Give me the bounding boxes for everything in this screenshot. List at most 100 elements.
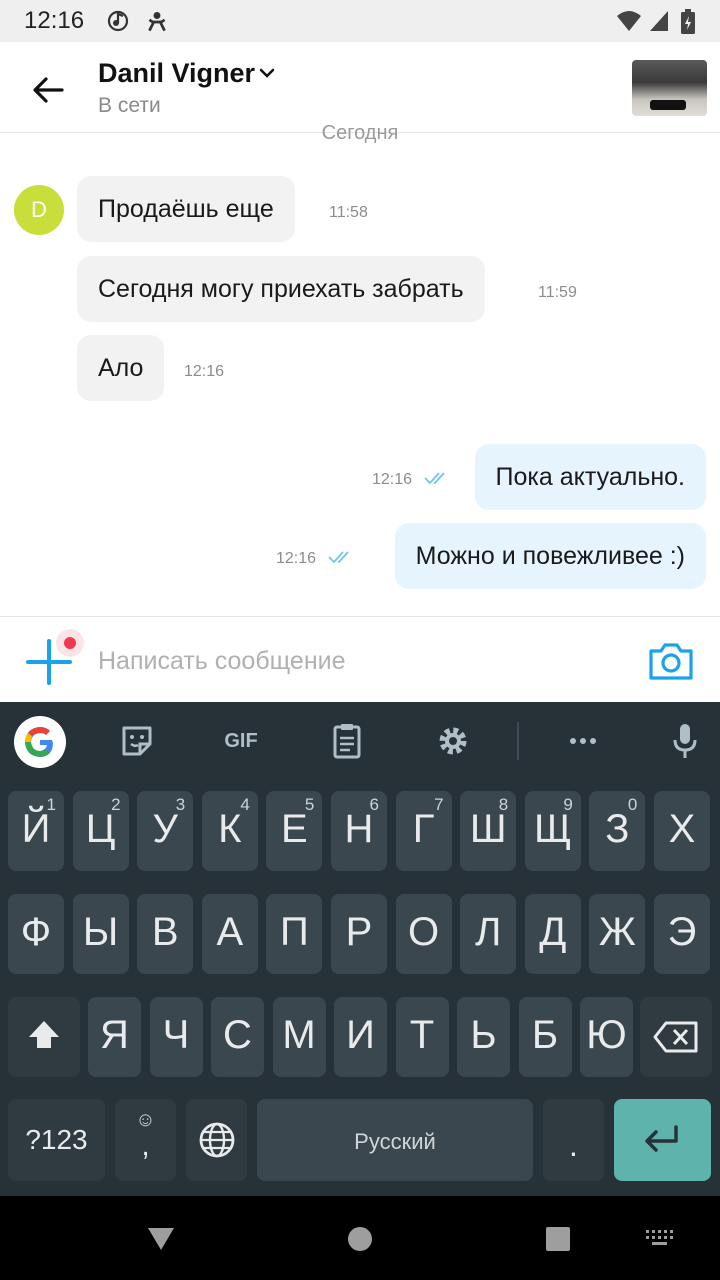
key-label: Д — [539, 910, 567, 954]
message-time: 11:59 — [538, 284, 577, 301]
back-arrow-icon[interactable] — [28, 70, 68, 110]
letter-key[interactable]: К4 — [201, 791, 258, 871]
letter-key[interactable]: У3 — [137, 791, 194, 871]
letter-key[interactable]: Э — [654, 894, 710, 974]
key-number-hint: 8 — [498, 795, 509, 814]
key-number-hint: 2 — [111, 795, 121, 814]
letter-key[interactable]: Ю — [580, 997, 633, 1077]
letter-key[interactable]: Н6 — [331, 791, 387, 871]
key-number-hint: 9 — [563, 795, 573, 814]
shift-icon — [29, 1021, 59, 1048]
clipboard-icon[interactable] — [324, 718, 370, 764]
notification-dot-inner — [64, 637, 76, 649]
outgoing-message[interactable]: Можно и повежливее :) — [394, 523, 706, 589]
letter-key[interactable]: Х — [654, 791, 710, 871]
letter-key[interactable]: Щ9 — [524, 791, 581, 871]
key-label: А — [216, 910, 244, 954]
double-check-icon — [328, 551, 349, 564]
letter-key[interactable]: Л — [460, 894, 517, 974]
letter-key[interactable]: Р — [331, 894, 387, 974]
letter-key[interactable]: Й1 — [8, 791, 64, 871]
letter-key[interactable]: З0 — [589, 791, 646, 871]
key-label: Т — [409, 1013, 435, 1057]
letter-key[interactable]: В — [137, 894, 194, 974]
letter-key[interactable]: А — [201, 894, 258, 974]
shift-key[interactable] — [8, 997, 80, 1077]
key-label: Ю — [586, 1013, 627, 1057]
message-time: 11:58 — [329, 204, 368, 221]
key-label: И — [346, 1013, 375, 1057]
letter-key[interactable]: И — [334, 997, 387, 1077]
settings-gear-icon[interactable] — [430, 718, 476, 764]
enter-key[interactable] — [614, 1099, 711, 1181]
home-nav-icon[interactable] — [347, 1226, 373, 1252]
letter-key[interactable]: Ц2 — [72, 791, 129, 871]
emoji-comma-key[interactable]: ☺ , — [115, 1099, 176, 1181]
letter-key[interactable]: Ь — [457, 997, 510, 1077]
gif-button[interactable]: GIF — [218, 718, 264, 764]
letter-key[interactable]: М — [272, 997, 326, 1077]
status-bar: 12:16 — [0, 0, 720, 42]
letter-key[interactable]: С — [211, 997, 264, 1077]
key-label: Я — [100, 1013, 129, 1057]
key-label: Л — [475, 910, 502, 954]
key-label: Ч — [162, 1013, 190, 1057]
key-label: В — [151, 910, 179, 954]
battery-icon — [681, 9, 695, 34]
key-label: Ь — [470, 1013, 497, 1057]
message-composer — [0, 616, 720, 703]
outgoing-message[interactable]: Пока актуально. — [474, 444, 706, 510]
key-label: Ы — [82, 910, 119, 954]
key-number-hint: 3 — [175, 795, 186, 814]
wifi-icon — [617, 11, 641, 31]
double-check-icon — [424, 472, 445, 485]
keyboard-toolbar: GIF — [0, 702, 720, 780]
sticker-icon[interactable] — [114, 718, 160, 764]
chevron-down-icon[interactable] — [258, 66, 276, 80]
key-label: Б — [531, 1013, 559, 1057]
message-input[interactable] — [98, 639, 618, 683]
letter-key[interactable]: Ч — [149, 997, 203, 1077]
music-sync-icon — [107, 10, 129, 32]
letter-key[interactable]: Ж — [589, 894, 646, 974]
key-number-hint: 7 — [434, 795, 444, 814]
key-label: М — [282, 1013, 316, 1057]
period-key[interactable]: . — [543, 1099, 604, 1181]
google-icon[interactable] — [14, 716, 66, 768]
incoming-message[interactable]: Ало — [77, 335, 165, 401]
contact-photo[interactable] — [632, 60, 707, 116]
letter-key[interactable]: О — [395, 894, 452, 974]
incoming-message[interactable]: Сегодня могу приехать забрать — [77, 256, 485, 322]
letter-key[interactable]: Д — [524, 894, 581, 974]
letter-key[interactable]: Е5 — [266, 791, 323, 871]
incoming-message[interactable]: Продаёшь еще — [77, 176, 295, 242]
recents-nav-icon[interactable] — [545, 1226, 571, 1252]
backspace-key[interactable] — [640, 997, 712, 1077]
letter-key[interactable]: Ф — [8, 894, 64, 974]
language-key[interactable] — [186, 1099, 247, 1181]
letter-key[interactable]: Ш8 — [460, 791, 517, 871]
symbols-key[interactable]: ?123 — [8, 1099, 105, 1181]
microphone-icon[interactable] — [662, 718, 708, 764]
key-number-hint: 6 — [369, 795, 379, 814]
letter-key[interactable]: Ы — [72, 894, 129, 974]
key-label: С — [223, 1013, 252, 1057]
more-icon[interactable] — [560, 718, 606, 764]
space-key[interactable]: Русский — [257, 1099, 533, 1181]
avatar[interactable]: D — [14, 185, 64, 235]
contact-name[interactable]: Danil Vigner — [98, 58, 255, 89]
message-time: 12:16 — [184, 363, 225, 380]
letter-key[interactable]: П — [266, 894, 323, 974]
letter-key[interactable]: Я — [88, 997, 141, 1077]
key-label: П — [280, 910, 309, 954]
letter-key[interactable]: Г7 — [395, 791, 452, 871]
camera-icon[interactable] — [648, 641, 694, 681]
key-label: Х — [668, 807, 696, 851]
letter-key[interactable]: Т — [395, 997, 449, 1077]
key-label: Ф — [20, 910, 52, 954]
keyboard: GIF ?123 ☺ , Русский . Й 1 Ц 2 У 3 К 4 Е… — [0, 702, 720, 1196]
back-nav-icon[interactable] — [146, 1226, 176, 1252]
key-label: Р — [345, 910, 373, 954]
keyboard-switch-icon[interactable] — [644, 1228, 674, 1248]
letter-key[interactable]: Б — [518, 997, 572, 1077]
